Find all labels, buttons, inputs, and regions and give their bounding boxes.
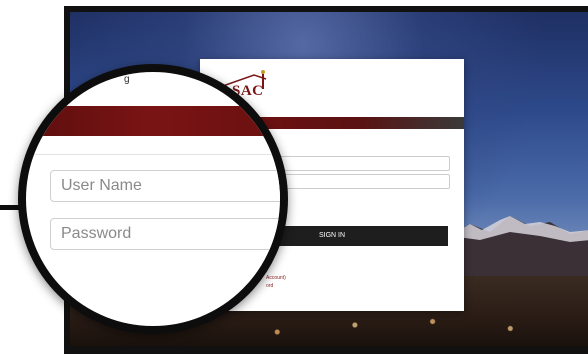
forgot-password-link[interactable]: ord xyxy=(266,283,273,289)
magnifier-lens: g xyxy=(18,64,288,334)
create-account-link[interactable]: Account) xyxy=(266,275,286,281)
lens-divider xyxy=(26,154,280,155)
password-input[interactable] xyxy=(50,218,280,250)
lens-partial-text: g xyxy=(124,74,130,85)
username-input[interactable] xyxy=(50,170,280,202)
lens-brand-band xyxy=(26,106,280,136)
